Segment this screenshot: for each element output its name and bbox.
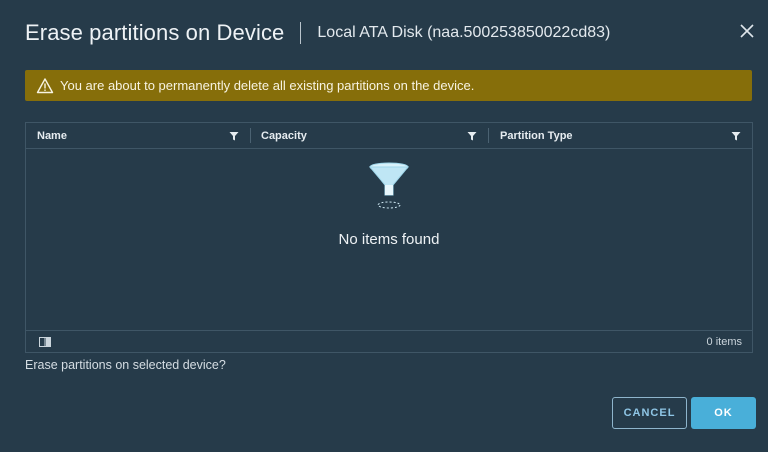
column-header-capacity[interactable]: Capacity	[250, 123, 488, 148]
cancel-button[interactable]: CANCEL	[612, 397, 687, 429]
warning-text: You are about to permanently delete all …	[60, 78, 475, 93]
partitions-grid: Name Capacity Partition Type No items fo…	[25, 122, 753, 353]
funnel-empty-icon	[368, 162, 410, 209]
ok-button[interactable]: OK	[691, 397, 756, 429]
warning-triangle-icon	[36, 77, 54, 95]
confirm-question: Erase partitions on selected device?	[25, 358, 226, 372]
warning-banner: You are about to permanently delete all …	[25, 70, 752, 101]
empty-state: No items found	[26, 161, 752, 248]
column-separator	[250, 128, 251, 143]
title-divider	[300, 22, 302, 44]
column-label: Name	[37, 129, 67, 142]
filter-icon[interactable]	[229, 131, 239, 141]
dialog-header: Erase partitions on Device Local ATA Dis…	[25, 18, 610, 48]
column-toggle-icon[interactable]	[39, 336, 51, 347]
device-name: Local ATA Disk (naa.500253850022cd83)	[317, 24, 611, 41]
column-separator	[488, 128, 489, 143]
filter-icon[interactable]	[467, 131, 477, 141]
column-header-partition-type[interactable]: Partition Type	[488, 123, 752, 148]
column-label: Capacity	[261, 129, 307, 142]
item-count: 0 items	[706, 335, 742, 348]
filter-icon[interactable]	[731, 131, 741, 141]
empty-message: No items found	[338, 231, 440, 248]
dialog-title: Erase partitions on Device	[25, 20, 285, 45]
close-icon[interactable]	[736, 20, 758, 42]
grid-header: Name Capacity Partition Type	[26, 123, 752, 149]
column-label: Partition Type	[500, 129, 573, 142]
grid-footer: 0 items	[26, 330, 752, 352]
column-header-name[interactable]: Name	[26, 123, 250, 148]
